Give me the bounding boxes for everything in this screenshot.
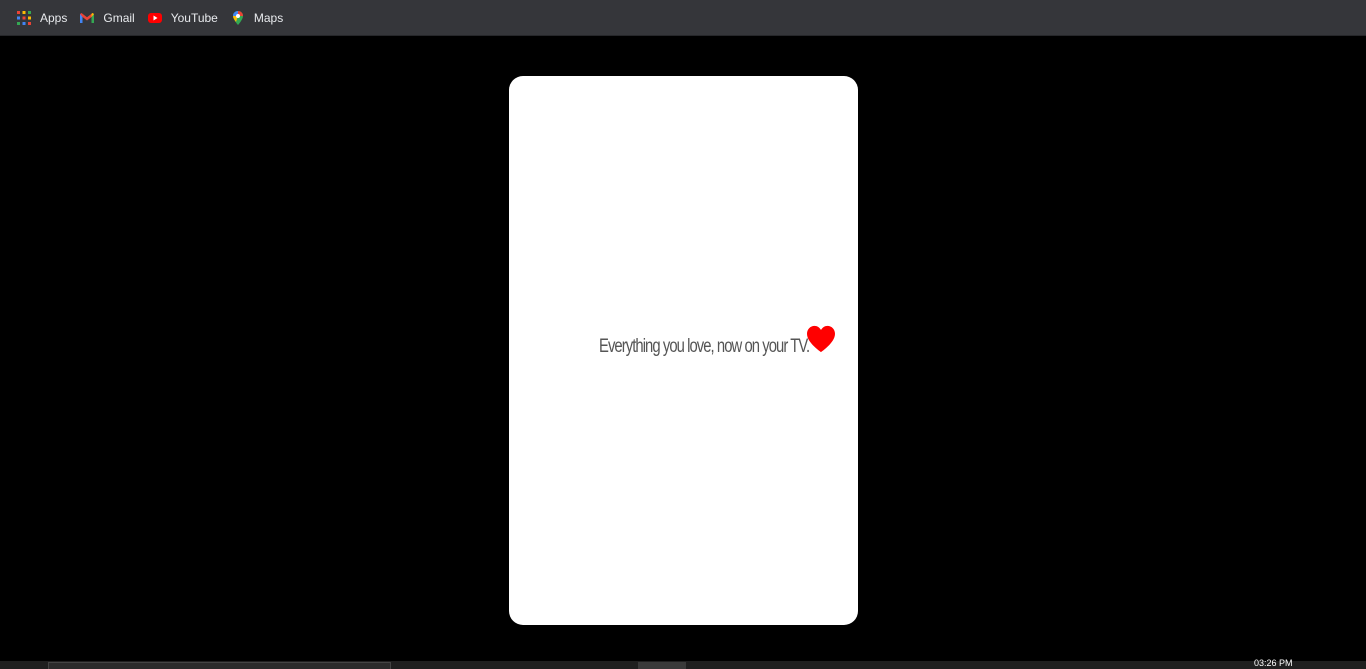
- bookmarks-bar: Apps Gmail YouTube Maps: [0, 0, 1366, 36]
- apps-grid-icon: [17, 10, 31, 25]
- promo-card: Everything you love, now on your TV.: [509, 76, 858, 625]
- bookmark-maps-label: Maps: [253, 10, 284, 25]
- youtube-icon: [147, 12, 162, 23]
- bookmark-gmail-label: Gmail: [103, 10, 135, 25]
- bookmark-youtube-label: YouTube: [170, 10, 218, 25]
- taskbar: 03:26 PM: [0, 658, 1366, 669]
- taskbar-search-box[interactable]: [48, 662, 391, 669]
- card-tagline: Everything you love, now on your TV.: [599, 336, 810, 357]
- bookmark-youtube[interactable]: YouTube: [145, 4, 224, 32]
- bookmark-gmail[interactable]: Gmail: [77, 4, 140, 32]
- heart-icon: [807, 325, 835, 353]
- bookmark-maps[interactable]: Maps: [228, 4, 289, 32]
- maps-pin-icon: [232, 10, 243, 25]
- bookmark-apps-label: Apps: [40, 10, 68, 25]
- taskbar-clock[interactable]: 03:26 PM: [1254, 658, 1293, 668]
- bookmark-apps[interactable]: Apps: [14, 4, 73, 32]
- taskbar-active-app[interactable]: [638, 662, 686, 669]
- gmail-icon: [80, 12, 95, 23]
- page-content: Everything you love, now on your TV.: [0, 37, 1366, 669]
